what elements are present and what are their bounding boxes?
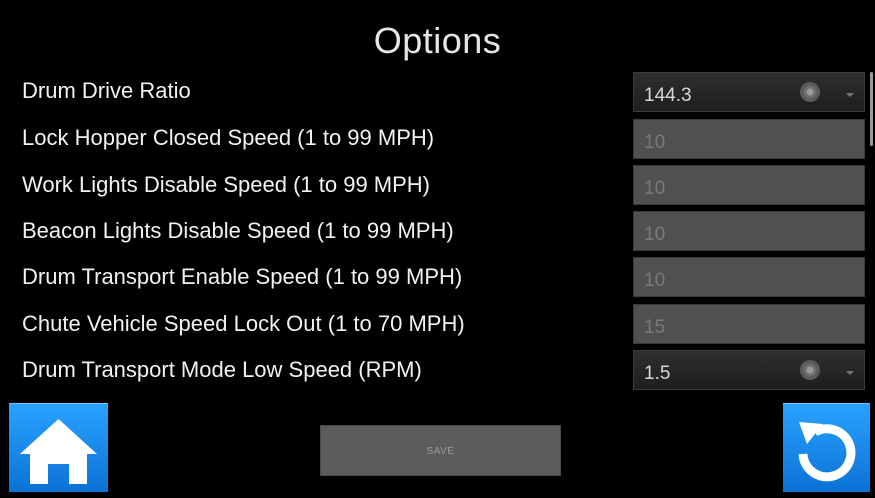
save-button[interactable]: SAVE — [320, 425, 561, 476]
row-label-lock-hopper-closed-speed: Lock Hopper Closed Speed (1 to 99 MPH) — [22, 125, 435, 150]
chevron-down-icon — [846, 371, 854, 375]
field-value: 10 — [644, 224, 666, 245]
drum-transport-mode-low-speed-dropdown[interactable]: 1.5 — [633, 350, 865, 390]
work-lights-disable-speed-field[interactable]: 10 — [633, 165, 865, 205]
chevron-down-icon — [846, 93, 854, 97]
refresh-button[interactable] — [783, 403, 870, 492]
dropdown-value: 144.3 — [644, 85, 692, 106]
field-value: 10 — [644, 270, 666, 291]
home-button[interactable] — [9, 403, 108, 492]
chute-vehicle-speed-lock-out-field[interactable]: 15 — [633, 304, 865, 344]
field-value: 10 — [644, 178, 666, 199]
dropdown-value: 1.5 — [644, 363, 671, 384]
scrollbar[interactable] — [870, 72, 873, 146]
lock-hopper-closed-speed-field[interactable]: 10 — [633, 119, 865, 159]
field-value: 15 — [644, 317, 666, 338]
beacon-lights-disable-speed-field[interactable]: 10 — [633, 211, 865, 251]
refresh-icon — [798, 422, 856, 482]
field-value: 10 — [644, 132, 666, 153]
row-label-work-lights-disable-speed: Work Lights Disable Speed (1 to 99 MPH) — [22, 172, 430, 197]
row-label-drum-drive-ratio: Drum Drive Ratio — [22, 78, 191, 103]
radio-icon — [800, 82, 820, 102]
drum-transport-enable-speed-field[interactable]: 10 — [633, 257, 865, 297]
row-label-drum-transport-enable-speed: Drum Transport Enable Speed (1 to 99 MPH… — [22, 264, 463, 289]
page-title: Options — [373, 20, 502, 61]
row-label-chute-vehicle-speed-lock-out: Chute Vehicle Speed Lock Out (1 to 70 MP… — [22, 311, 465, 336]
row-label-beacon-lights-disable-speed: Beacon Lights Disable Speed (1 to 99 MPH… — [22, 218, 454, 243]
radio-icon — [800, 360, 820, 380]
drum-drive-ratio-dropdown[interactable]: 144.3 — [633, 72, 865, 112]
home-icon — [20, 419, 97, 484]
row-label-drum-transport-mode-low-speed: Drum Transport Mode Low Speed (RPM) — [22, 357, 422, 382]
